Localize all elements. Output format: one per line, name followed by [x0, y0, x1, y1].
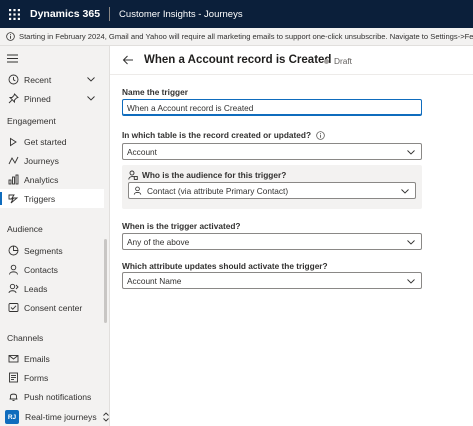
sidebar-item-label: Analytics	[24, 174, 59, 185]
sidebar-item-journeys[interactable]: Journeys	[0, 151, 104, 170]
sidebar-item-label: Push notifications	[24, 391, 92, 402]
app-launcher-icon[interactable]	[0, 0, 28, 28]
activation-value: Any of the above	[127, 236, 190, 247]
sidebar-item-emails[interactable]: Emails	[0, 349, 104, 368]
app-name[interactable]: Customer Insights - Journeys	[119, 9, 243, 20]
bell-icon	[7, 391, 19, 403]
sidebar-item-get-started[interactable]: Get started	[0, 132, 104, 151]
section-channels: Channels	[7, 333, 44, 343]
area-badge: RJ	[5, 410, 19, 424]
sidebar-item-analytics[interactable]: Analytics	[0, 170, 104, 189]
area-label: Real-time journeys	[25, 412, 97, 422]
audience-label: Who is the audience for this trigger?	[128, 170, 286, 180]
sidebar-item-label: Recent	[24, 74, 52, 85]
forms-icon	[7, 372, 19, 384]
consent-icon	[7, 302, 19, 314]
section-engagement: Engagement	[7, 116, 56, 126]
sidebar-item-label: Journeys	[24, 155, 59, 166]
sidebar: Recent Pinned Engagement Get started Jou…	[0, 46, 110, 426]
chevron-down-icon[interactable]	[86, 93, 96, 105]
section-audience: Audience	[7, 224, 43, 234]
trigger-name-input[interactable]: When a Account record is Created	[122, 99, 422, 116]
audience-value: Contact (via attribute Primary Contact)	[147, 185, 289, 196]
sidebar-item-recent[interactable]: Recent	[0, 70, 104, 89]
clock-icon	[7, 74, 19, 86]
page-title: When a Account record is Created	[144, 54, 332, 66]
banner-text: Starting in February 2024, Gmail and Yah…	[19, 32, 473, 41]
sidebar-item-forms[interactable]: Forms	[0, 368, 104, 387]
table-label: In which table is the record created or …	[122, 130, 325, 140]
trigger-name-value: When a Account record is Created	[127, 102, 254, 113]
main-content: When a Account record is Created Draft N…	[110, 46, 473, 426]
table-label-text: In which table is the record created or …	[122, 130, 312, 140]
attribute-label: Which attribute updates should activate …	[122, 261, 328, 271]
person-icon	[133, 186, 142, 195]
sidebar-item-push-notifications[interactable]: Push notifications	[0, 387, 104, 406]
area-switcher[interactable]: RJ Real-time journeys	[0, 408, 110, 426]
attribute-dropdown[interactable]: Account Name	[122, 272, 422, 289]
status-badge: Draft	[324, 56, 352, 66]
sidebar-item-label: Consent center	[24, 302, 83, 313]
chevron-down-icon	[400, 186, 410, 198]
chevron-down-icon[interactable]	[86, 74, 96, 86]
table-dropdown[interactable]: Account	[122, 143, 422, 160]
table-value: Account	[127, 146, 157, 157]
page-header: When a Account record is Created Draft	[110, 46, 473, 75]
sidebar-item-segments[interactable]: Segments	[0, 241, 104, 260]
status-dot-icon	[324, 58, 329, 64]
name-label: Name the trigger	[122, 87, 188, 97]
header-divider	[109, 7, 111, 21]
info-icon	[6, 32, 15, 41]
sidebar-item-triggers[interactable]: Triggers	[0, 189, 104, 208]
brand-name[interactable]: Dynamics 365	[30, 8, 100, 20]
journey-icon	[7, 155, 19, 167]
audience-dropdown[interactable]: Contact (via attribute Primary Contact)	[128, 182, 416, 199]
person-icon	[7, 264, 19, 276]
mail-icon	[7, 353, 19, 365]
chevron-down-icon	[406, 276, 416, 288]
audience-label-text: Who is the audience for this trigger?	[142, 170, 287, 180]
hamburger-menu-icon[interactable]	[7, 54, 18, 65]
analytics-icon	[7, 174, 19, 186]
chevron-down-icon	[406, 237, 416, 249]
sidebar-item-label: Triggers	[24, 193, 56, 204]
audience-panel: Who is the audience for this trigger? Co…	[122, 165, 422, 209]
sidebar-scrollbar[interactable]	[104, 239, 107, 323]
sidebar-item-label: Leads	[24, 283, 48, 294]
sidebar-item-pinned[interactable]: Pinned	[0, 89, 104, 108]
sidebar-item-label: Emails	[24, 353, 50, 364]
chevron-up-down-icon	[102, 412, 110, 422]
sidebar-item-contacts[interactable]: Contacts	[0, 260, 104, 279]
app-header: Dynamics 365 Customer Insights - Journey…	[0, 0, 473, 28]
leads-icon	[7, 283, 19, 295]
pin-icon	[7, 93, 19, 105]
sidebar-item-label: Pinned	[24, 93, 51, 104]
status-text: Draft	[334, 56, 352, 66]
attribute-value: Account Name	[127, 275, 182, 286]
back-arrow-icon[interactable]	[122, 54, 134, 68]
activation-dropdown[interactable]: Any of the above	[122, 233, 422, 250]
chevron-down-icon	[406, 147, 416, 159]
sidebar-item-label: Get started	[24, 136, 67, 147]
info-icon[interactable]	[316, 130, 325, 140]
activated-label: When is the trigger activated?	[122, 221, 241, 231]
segments-icon	[7, 245, 19, 257]
play-icon	[7, 136, 19, 148]
person-lock-icon	[128, 170, 138, 180]
sidebar-item-leads[interactable]: Leads	[0, 279, 104, 298]
sidebar-item-label: Forms	[24, 372, 49, 383]
sidebar-item-consent-center[interactable]: Consent center	[0, 298, 104, 317]
trigger-icon	[7, 193, 19, 205]
sidebar-item-label: Segments	[24, 245, 63, 256]
sidebar-item-label: Contacts	[24, 264, 58, 275]
notification-banner: Starting in February 2024, Gmail and Yah…	[0, 28, 473, 46]
